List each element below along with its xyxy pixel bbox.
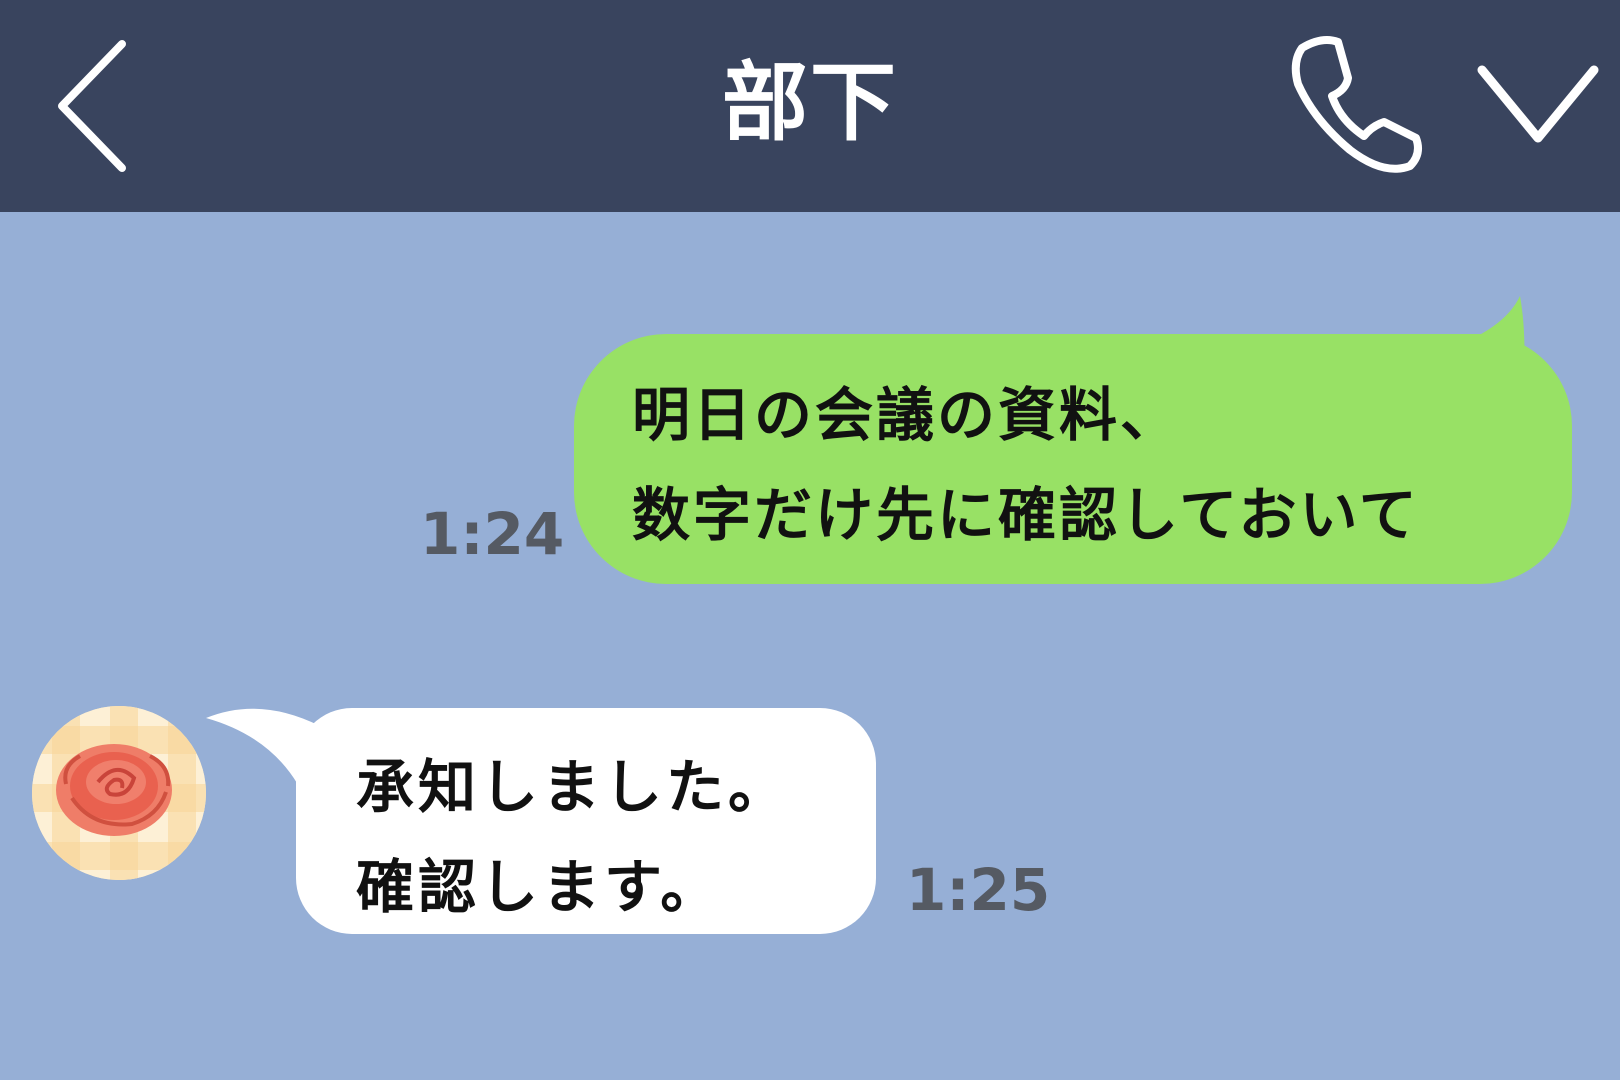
chat-screen: 部下 明日の会議の資料、 数字だけ先に確認しておいて 1:24 承知しました。 …: [0, 0, 1620, 1080]
menu-button[interactable]: [1472, 50, 1602, 160]
message-text-line: 明日の会議の資料、: [632, 381, 1182, 449]
outgoing-message: 明日の会議の資料、 数字だけ先に確認しておいて: [574, 290, 1586, 590]
message-text-line: 数字だけ先に確認しておいて: [632, 481, 1420, 549]
message-text-line: 確認します。: [356, 853, 723, 921]
rose-avatar-icon: [32, 706, 206, 880]
incoming-bubble[interactable]: 承知しました。 確認します。: [296, 708, 876, 934]
chevron-left-icon: [58, 40, 126, 172]
phone-icon: [1291, 36, 1422, 173]
chat-title: 部下: [722, 53, 898, 153]
incoming-message: 承知しました。 確認します。: [200, 700, 880, 940]
message-text-line: 承知しました。: [356, 753, 791, 821]
message-timestamp: 1:24: [420, 500, 565, 568]
back-button[interactable]: [40, 30, 150, 180]
avatar[interactable]: [32, 706, 206, 880]
message-timestamp: 1:25: [906, 856, 1051, 924]
outgoing-bubble[interactable]: 明日の会議の資料、 数字だけ先に確認しておいて: [574, 334, 1572, 584]
chat-header: 部下: [0, 0, 1620, 212]
chevron-down-icon: [1477, 65, 1599, 143]
call-button[interactable]: [1280, 30, 1430, 180]
